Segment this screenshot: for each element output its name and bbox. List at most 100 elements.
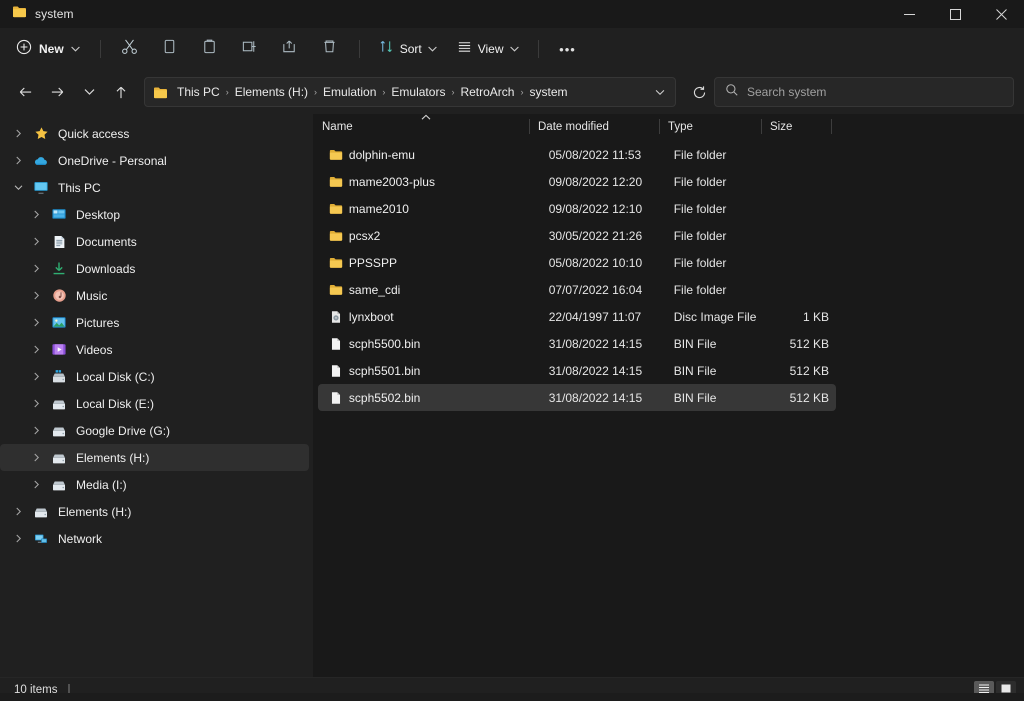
table-row[interactable]: scph5502.bin31/08/2022 14:15BIN File512 … — [318, 384, 836, 411]
sidebar-item-music[interactable]: Music — [0, 282, 309, 309]
address-dropdown-button[interactable] — [649, 80, 671, 104]
table-row[interactable]: scph5501.bin31/08/2022 14:15BIN File512 … — [318, 357, 836, 384]
recent-locations-button[interactable] — [74, 77, 104, 107]
view-button[interactable]: View — [448, 34, 528, 64]
cut-button[interactable] — [111, 34, 149, 64]
maximize-button[interactable] — [932, 0, 978, 28]
sidebar-item-media-i[interactable]: Media (I:) — [0, 471, 309, 498]
chevron-right-icon[interactable] — [24, 426, 48, 435]
sidebar-item-documents[interactable]: Documents — [0, 228, 309, 255]
column-divider[interactable] — [831, 119, 832, 134]
disc-image-icon — [324, 309, 349, 325]
see-more-button[interactable]: ••• — [549, 34, 587, 64]
cell-name: scph5502.bin — [349, 391, 540, 405]
breadcrumb-item[interactable]: Emulation — [318, 83, 381, 101]
sidebar-item-local-disk-c[interactable]: Local Disk (C:) — [0, 363, 309, 390]
sidebar-item-desktop[interactable]: Desktop — [0, 201, 309, 228]
breadcrumb-item[interactable]: Emulators — [386, 83, 450, 101]
chevron-right-icon[interactable] — [24, 210, 48, 219]
sidebar-item-pictures[interactable]: Pictures — [0, 309, 309, 336]
forward-button[interactable] — [42, 77, 72, 107]
sidebar-item-label: Quick access — [58, 127, 129, 141]
chevron-right-icon[interactable] — [24, 291, 48, 300]
breadcrumb-item[interactable]: Elements (H:) — [230, 83, 313, 101]
table-row[interactable]: scph5500.bin31/08/2022 14:15BIN File512 … — [318, 330, 836, 357]
chevron-right-icon[interactable] — [24, 237, 48, 246]
minimize-button[interactable] — [886, 0, 932, 28]
up-button[interactable] — [106, 77, 136, 107]
search-placeholder: Search system — [747, 85, 826, 99]
file-explorer-window: system New — [0, 0, 1024, 701]
breadcrumb-item[interactable]: This PC — [172, 83, 225, 101]
breadcrumb-item[interactable]: RetroArch — [455, 83, 519, 101]
back-button[interactable] — [10, 77, 40, 107]
breadcrumb-bar[interactable]: This PC›Elements (H:)›Emulation›Emulator… — [144, 77, 676, 107]
copy-button[interactable] — [151, 34, 189, 64]
sidebar-item-onedrive-personal[interactable]: OneDrive - Personal — [0, 147, 309, 174]
cell-size: 512 KB — [763, 391, 836, 405]
column-divider[interactable] — [529, 119, 530, 134]
chevron-right-icon[interactable] — [6, 507, 30, 516]
cell-type: Disc Image File — [665, 310, 763, 324]
chevron-down-icon — [510, 45, 519, 54]
sidebar-item-videos[interactable]: Videos — [0, 336, 309, 363]
chevron-right-icon[interactable] — [6, 534, 30, 543]
table-row[interactable]: lynxboot22/04/1997 11:07Disc Image File1… — [318, 303, 836, 330]
table-row[interactable]: pcsx230/05/2022 21:26File folder — [318, 222, 836, 249]
sidebar-item-quick-access[interactable]: Quick access — [0, 120, 309, 147]
refresh-button[interactable] — [686, 79, 712, 105]
chevron-right-icon[interactable] — [24, 453, 48, 462]
chevron-right-icon[interactable] — [24, 264, 48, 273]
window-title: system — [35, 7, 74, 21]
rename-button[interactable] — [231, 34, 269, 64]
windows-drive-icon — [48, 369, 70, 384]
chevron-right-icon[interactable] — [24, 480, 48, 489]
address-bar: This PC›Elements (H:)›Emulation›Emulator… — [0, 70, 1024, 114]
table-row[interactable]: dolphin-emu05/08/2022 11:53File folder — [318, 141, 836, 168]
cell-name: mame2003-plus — [349, 175, 540, 189]
table-row[interactable]: same_cdi07/07/2022 16:04File folder — [318, 276, 836, 303]
search-box[interactable]: Search system — [714, 77, 1014, 107]
delete-button[interactable] — [311, 34, 349, 64]
sort-button[interactable]: Sort — [370, 34, 446, 64]
sidebar-item-label: Local Disk (C:) — [76, 370, 155, 384]
sidebar-item-label: Media (I:) — [76, 478, 127, 492]
new-button[interactable]: New — [8, 34, 90, 64]
sidebar-item-local-disk-e[interactable]: Local Disk (E:) — [0, 390, 309, 417]
sidebar-item-label: Documents — [76, 235, 137, 249]
sidebar-item-label: OneDrive - Personal — [58, 154, 167, 168]
chevron-down-icon[interactable] — [6, 184, 30, 191]
table-row[interactable]: mame201009/08/2022 12:10File folder — [318, 195, 836, 222]
cell-name: same_cdi — [349, 283, 540, 297]
sidebar-item-label: Elements (H:) — [58, 505, 131, 519]
chevron-right-icon[interactable] — [24, 345, 48, 354]
column-divider[interactable] — [659, 119, 660, 134]
cloud-icon — [30, 154, 52, 168]
chevron-right-icon[interactable] — [24, 318, 48, 327]
chevron-right-icon[interactable] — [6, 129, 30, 138]
chevron-right-icon[interactable] — [24, 399, 48, 408]
column-header-type[interactable]: Type — [659, 114, 761, 139]
paste-button[interactable] — [191, 34, 229, 64]
close-button[interactable] — [978, 0, 1024, 28]
column-header-date[interactable]: Date modified — [529, 114, 659, 139]
column-header-size[interactable]: Size — [761, 114, 831, 139]
column-header-name[interactable]: Name — [313, 114, 529, 139]
sidebar-item-this-pc[interactable]: This PC — [0, 174, 309, 201]
sidebar-item-elements-h[interactable]: Elements (H:) — [0, 498, 309, 525]
table-row[interactable]: PPSSPP05/08/2022 10:10File folder — [318, 249, 836, 276]
sidebar-item-network[interactable]: Network — [0, 525, 309, 552]
sidebar-item-downloads[interactable]: Downloads — [0, 255, 309, 282]
chevron-right-icon[interactable] — [24, 372, 48, 381]
table-row[interactable]: mame2003-plus09/08/2022 12:20File folder — [318, 168, 836, 195]
breadcrumb: This PC›Elements (H:)›Emulation›Emulator… — [172, 83, 649, 101]
share-button[interactable] — [271, 34, 309, 64]
sidebar-item-google-drive-g[interactable]: Google Drive (G:) — [0, 417, 309, 444]
column-divider[interactable] — [761, 119, 762, 134]
sidebar-item-label: Videos — [76, 343, 112, 357]
navigation-pane: Quick access OneDrive - Personal This PC… — [0, 114, 313, 677]
sidebar-item-elements-h[interactable]: Elements (H:) — [0, 444, 309, 471]
breadcrumb-item[interactable]: system — [524, 83, 572, 101]
window-controls — [886, 0, 1024, 28]
chevron-right-icon[interactable] — [6, 156, 30, 165]
